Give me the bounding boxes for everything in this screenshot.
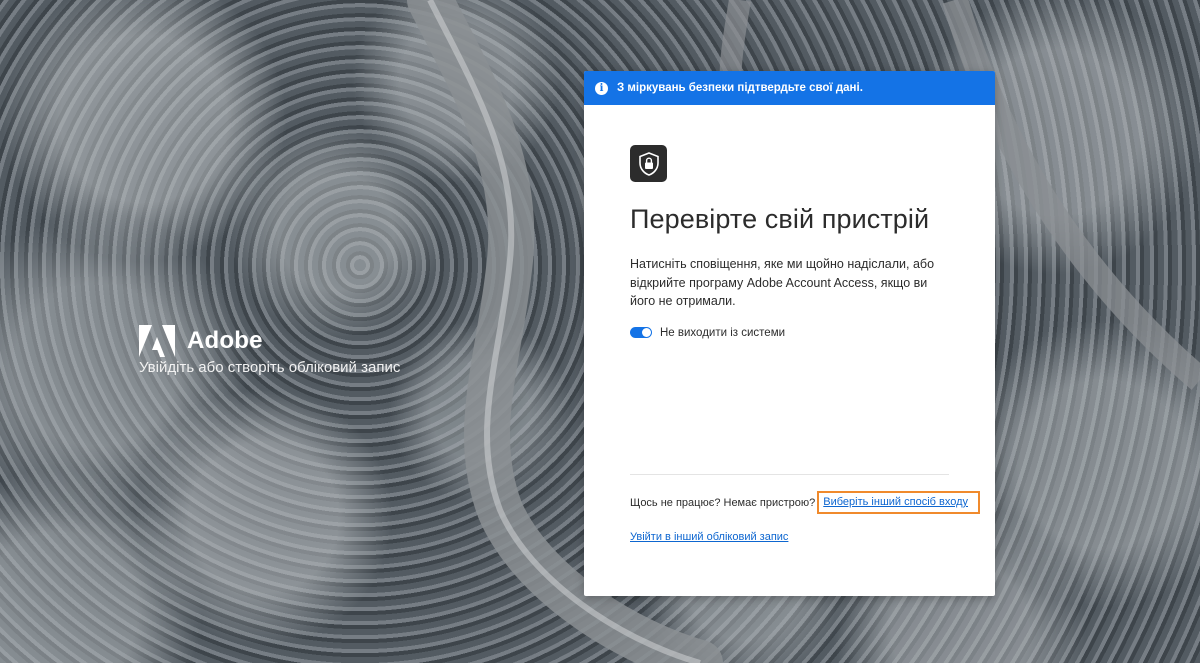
info-icon: i [595, 81, 608, 95]
help-row: Щось не працює? Немає пристрою? Виберіть… [630, 491, 981, 514]
security-banner-text: З міркувань безпеки підтвердьте свої дан… [617, 82, 863, 94]
help-text: Щось не працює? Немає пристрою? [630, 496, 816, 509]
security-banner: i З міркувань безпеки підтвердьте свої д… [584, 71, 995, 105]
brand-tagline: Увійдіть або створіть обліковий запис [139, 359, 401, 376]
stay-signed-in-toggle[interactable] [630, 327, 652, 338]
other-account-link[interactable]: Увійти в інший обліковий запис [630, 531, 788, 543]
highlight-box: Виберіть інший спосіб входу [817, 491, 981, 514]
stay-signed-in-row[interactable]: Не виходити із системи [630, 327, 949, 339]
brand-block: Adobe Увійдіть або створіть обліковий за… [139, 325, 400, 376]
verify-device-card: i З міркувань безпеки підтвердьте свої д… [584, 71, 995, 596]
page: Adobe Увійдіть або створіть обліковий за… [0, 0, 1200, 663]
adobe-logo-icon [139, 325, 175, 357]
toggle-knob [642, 328, 651, 337]
stay-signed-in-label: Не виходити із системи [660, 326, 786, 339]
page-title: Перевірте свій пристрій [630, 204, 930, 234]
choose-other-method-link[interactable]: Виберіть інший спосіб входу [823, 496, 968, 508]
divider [630, 474, 949, 475]
shield-lock-icon [630, 145, 667, 182]
brand-name: Adobe [187, 327, 263, 354]
instructions-text: Натисніть сповіщення, яке ми щойно надіс… [630, 257, 935, 308]
card-body: Перевірте свій пристрій Натисніть сповіщ… [584, 145, 995, 339]
